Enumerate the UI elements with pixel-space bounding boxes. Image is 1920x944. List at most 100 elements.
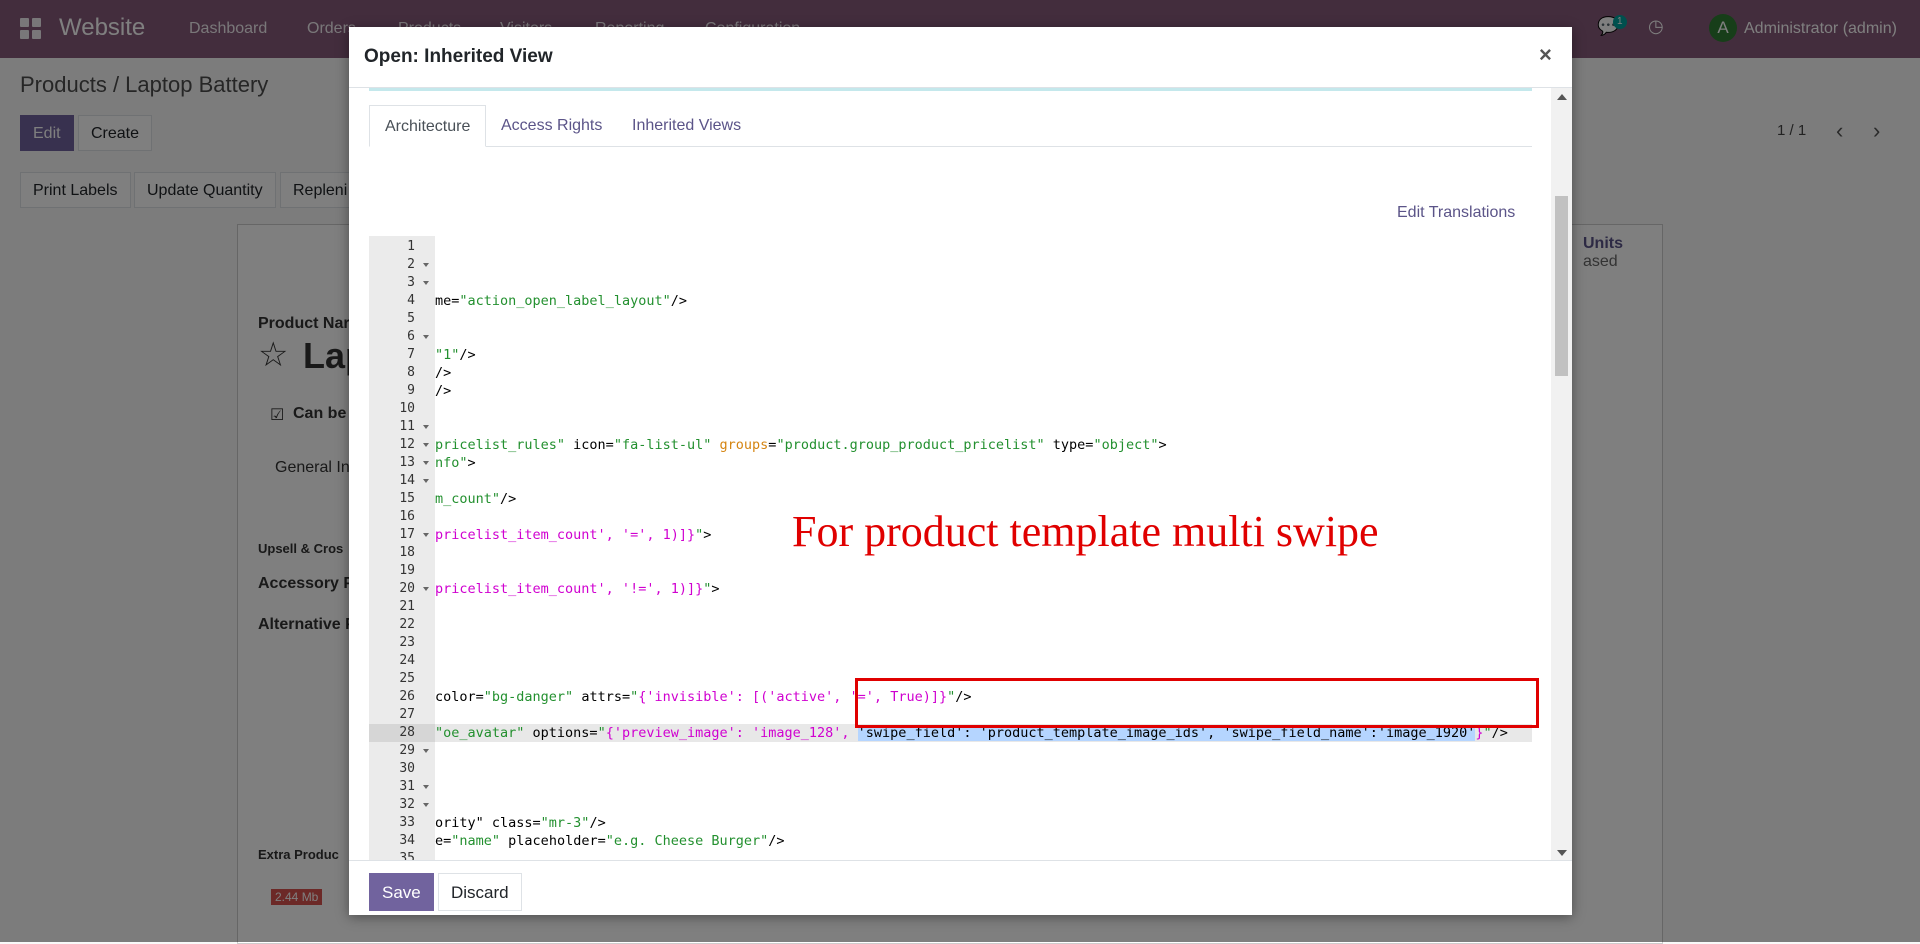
line-number: 5 bbox=[369, 310, 435, 328]
fold-arrow-icon[interactable] bbox=[423, 479, 429, 483]
form-top-border bbox=[369, 88, 1532, 91]
line-number-text: 32 bbox=[399, 797, 415, 812]
line-number-text: 33 bbox=[399, 815, 415, 830]
line-number-text: 28 bbox=[399, 725, 415, 740]
code-line[interactable]: 3 bbox=[369, 274, 1532, 292]
discard-button[interactable]: Discard bbox=[438, 873, 522, 911]
dialog-footer: Save Discard bbox=[349, 860, 1572, 915]
fold-arrow-icon[interactable] bbox=[423, 749, 429, 753]
code-token: /> bbox=[768, 833, 785, 849]
line-number: 29 bbox=[369, 742, 435, 760]
annotation-text: For product template multi swipe bbox=[792, 507, 1379, 556]
code-line[interactable]: 24 bbox=[369, 652, 1532, 670]
save-button[interactable]: Save bbox=[369, 873, 434, 911]
scroll-thumb[interactable] bbox=[1555, 196, 1568, 376]
code-line[interactable]: 11 bbox=[369, 418, 1532, 436]
line-number: 31 bbox=[369, 778, 435, 796]
tab-inherited-views[interactable]: Inherited Views bbox=[617, 105, 756, 146]
fold-arrow-icon[interactable] bbox=[423, 263, 429, 267]
code-token: " bbox=[597, 725, 606, 741]
code-line[interactable]: 1 bbox=[369, 238, 1532, 256]
code-line[interactable]: 4 me="action_open_label_layout"/> bbox=[369, 292, 1532, 310]
code-line[interactable]: 33 ority" class="mr-3"/> bbox=[369, 814, 1532, 832]
tab-architecture[interactable]: Architecture bbox=[369, 105, 487, 147]
line-number: 4 bbox=[369, 292, 435, 310]
code-text: /> bbox=[435, 364, 451, 382]
line-number: 7 bbox=[369, 346, 435, 364]
code-line[interactable]: 22 bbox=[369, 616, 1532, 634]
code-line[interactable]: 2 bbox=[369, 256, 1532, 274]
code-line[interactable]: 5 bbox=[369, 310, 1532, 328]
fold-arrow-icon[interactable] bbox=[423, 803, 429, 807]
code-line[interactable]: 19 bbox=[369, 562, 1532, 580]
line-number: 16 bbox=[369, 508, 435, 526]
code-line[interactable]: 32 bbox=[369, 796, 1532, 814]
dialog-scrollbar[interactable] bbox=[1551, 88, 1572, 860]
code-line[interactable]: 9 /> bbox=[369, 382, 1532, 400]
code-line[interactable]: 35 bbox=[369, 850, 1532, 860]
edit-translations-link[interactable]: Edit Translations bbox=[1397, 204, 1515, 222]
code-line[interactable]: 6 bbox=[369, 328, 1532, 346]
fold-arrow-icon[interactable] bbox=[423, 425, 429, 429]
code-token: /> bbox=[500, 491, 517, 507]
line-number: 19 bbox=[369, 562, 435, 580]
code-text: me="action_open_label_layout"/> bbox=[435, 292, 687, 310]
line-number-text: 20 bbox=[399, 581, 415, 596]
fold-arrow-icon[interactable] bbox=[423, 785, 429, 789]
code-line[interactable]: 23 bbox=[369, 634, 1532, 652]
line-number-text: 18 bbox=[399, 545, 415, 560]
scroll-up-arrow-icon[interactable] bbox=[1557, 94, 1567, 100]
fold-arrow-icon[interactable] bbox=[423, 443, 429, 447]
code-line[interactable]: 34 e="name" placeholder="e.g. Cheese Burg… bbox=[369, 832, 1532, 850]
code-line[interactable]: 8 /> bbox=[369, 364, 1532, 382]
fold-arrow-icon[interactable] bbox=[423, 335, 429, 339]
code-text: nfo"> bbox=[435, 454, 476, 472]
code-text: /> bbox=[435, 382, 451, 400]
code-line[interactable]: 14 bbox=[369, 472, 1532, 490]
fold-arrow-icon[interactable] bbox=[423, 281, 429, 285]
line-number-text: 16 bbox=[399, 509, 415, 524]
code-line[interactable]: 7 "1"/> bbox=[369, 346, 1532, 364]
line-number: 34 bbox=[369, 832, 435, 850]
line-number: 15 bbox=[369, 490, 435, 508]
code-token: > bbox=[711, 581, 720, 597]
fold-arrow-icon[interactable] bbox=[423, 461, 429, 465]
tab-access-rights[interactable]: Access Rights bbox=[486, 105, 617, 146]
code-line[interactable]: 30 bbox=[369, 760, 1532, 778]
fold-arrow-icon[interactable] bbox=[423, 587, 429, 591]
line-number: 9 bbox=[369, 382, 435, 400]
line-number-text: 8 bbox=[407, 365, 415, 380]
close-icon[interactable]: × bbox=[1539, 42, 1552, 68]
code-token: "action_open_label_layout" bbox=[459, 293, 671, 309]
line-number-text: 11 bbox=[399, 419, 415, 434]
code-token: /> bbox=[670, 293, 687, 309]
line-number-text: 1 bbox=[407, 239, 415, 254]
line-number-text: 7 bbox=[407, 347, 415, 362]
dialog-header: Open: Inherited View × bbox=[349, 27, 1572, 88]
code-line[interactable]: 12 pricelist_rules" icon="fa-list-ul" gro… bbox=[369, 436, 1532, 454]
code-line[interactable]: 13 nfo"> bbox=[369, 454, 1532, 472]
line-number: 33 bbox=[369, 814, 435, 832]
code-token: groups bbox=[719, 437, 769, 453]
code-token: "fa-list-ul" bbox=[613, 437, 712, 453]
dialog-body: Architecture Access Rights Inherited Vie… bbox=[349, 88, 1572, 860]
code-token: m_count" bbox=[435, 491, 501, 507]
line-number: 32 bbox=[369, 796, 435, 814]
fold-arrow-icon[interactable] bbox=[423, 533, 429, 537]
code-line[interactable]: 29 bbox=[369, 742, 1532, 760]
line-number: 1 bbox=[369, 238, 435, 256]
code-line[interactable]: 20 pricelist_item_count', '!=', 1)]}"> bbox=[369, 580, 1532, 598]
line-number-text: 13 bbox=[399, 455, 415, 470]
code-line[interactable]: 10 bbox=[369, 400, 1532, 418]
scroll-down-arrow-icon[interactable] bbox=[1557, 850, 1567, 856]
code-token: icon= bbox=[565, 437, 614, 453]
line-number-text: 21 bbox=[399, 599, 415, 614]
dialog-title: Open: Inherited View bbox=[364, 46, 553, 67]
code-text: ority" class="mr-3"/> bbox=[435, 814, 606, 832]
code-line[interactable]: 21 bbox=[369, 598, 1532, 616]
line-number-text: 26 bbox=[399, 689, 415, 704]
line-number-text: 15 bbox=[399, 491, 415, 506]
annotation-highlight-box bbox=[855, 678, 1539, 728]
code-line[interactable]: 31 bbox=[369, 778, 1532, 796]
line-number: 21 bbox=[369, 598, 435, 616]
